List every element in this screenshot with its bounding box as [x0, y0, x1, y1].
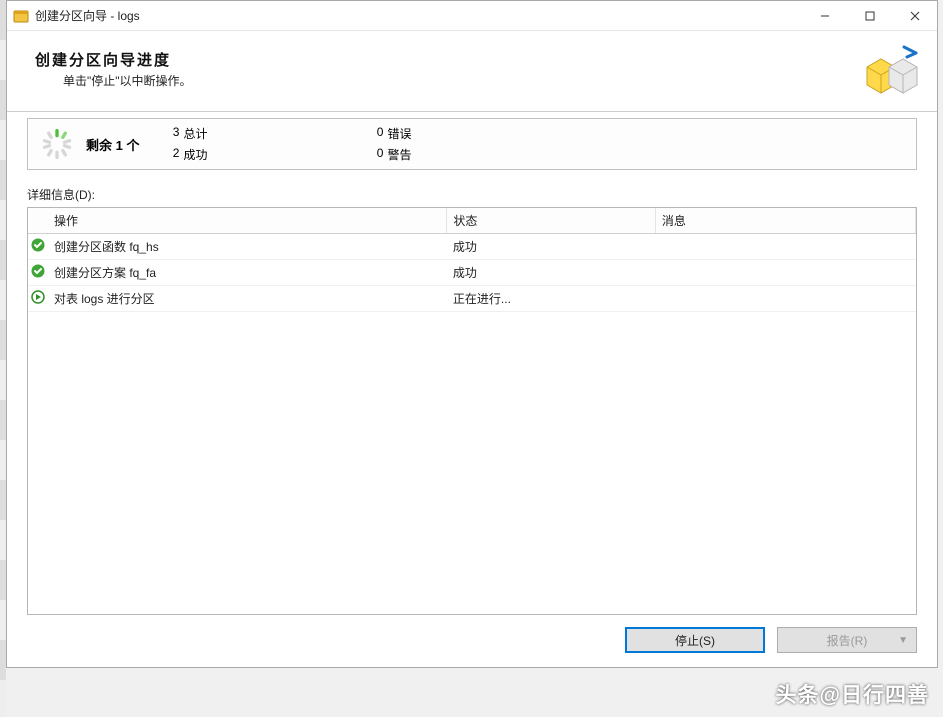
progress-stats: 3 总计 2 成功 0 错误 0 警告	[139, 125, 437, 163]
row-msg	[655, 260, 915, 286]
remaining-label: 剩余 1 个	[86, 135, 139, 154]
details-grid[interactable]: 操作 状态 消息 创建分区函数 fq_hs成功创建分区方案 fq_fa成功对表 …	[27, 207, 917, 615]
table-row[interactable]: 创建分区方案 fq_fa成功	[28, 260, 916, 286]
stat-succ-lab: 成功	[183, 146, 233, 163]
stat-succ-num: 2	[139, 146, 179, 163]
title-bar[interactable]: 创建分区向导 - logs	[7, 1, 937, 31]
wizard-header: 创建分区向导进度 单击"停止"以中断操作。	[7, 31, 937, 111]
row-status-icon	[28, 286, 48, 312]
stat-total-num: 3	[139, 125, 179, 142]
stat-total-lab: 总计	[183, 125, 233, 142]
report-button: 报告(R) ▼	[777, 627, 917, 653]
table-row[interactable]: 创建分区函数 fq_hs成功	[28, 234, 916, 260]
details-label: 详细信息(D):	[27, 186, 917, 203]
row-status: 正在进行...	[447, 286, 655, 312]
maximize-button[interactable]	[847, 1, 892, 30]
row-status: 成功	[447, 260, 655, 286]
page-title: 创建分区向导进度	[35, 49, 917, 70]
watermark-text: 头条@日行四善	[776, 679, 929, 709]
stop-button[interactable]: 停止(S)	[625, 627, 765, 653]
stat-warn-num: 0	[343, 146, 383, 163]
col-header-op[interactable]: 操作	[48, 208, 447, 234]
minimize-button[interactable]	[802, 1, 847, 30]
col-header-icon[interactable]	[28, 208, 48, 234]
row-op: 创建分区函数 fq_hs	[48, 234, 447, 260]
wizard-hero-icon	[861, 45, 919, 95]
wizard-footer: 停止(S) 报告(R) ▼	[27, 627, 917, 653]
row-status-icon	[28, 260, 48, 286]
stat-err-lab: 错误	[387, 125, 437, 142]
chevron-down-icon: ▼	[898, 635, 908, 646]
window-controls	[802, 1, 937, 30]
row-msg	[655, 286, 915, 312]
window-title: 创建分区向导 - logs	[35, 7, 140, 24]
report-button-label: 报告(R)	[827, 632, 868, 649]
progress-summary-panel: 剩余 1 个 3 总计 2 成功 0 错误 0 警告	[27, 118, 917, 170]
stat-err-num: 0	[343, 125, 383, 142]
col-header-msg[interactable]: 消息	[655, 208, 915, 234]
row-status-icon	[28, 234, 48, 260]
details-table: 操作 状态 消息 创建分区函数 fq_hs成功创建分区方案 fq_fa成功对表 …	[28, 208, 916, 312]
row-msg	[655, 234, 915, 260]
col-header-status[interactable]: 状态	[447, 208, 655, 234]
stat-warn-lab: 警告	[387, 146, 437, 163]
page-subtitle: 单击"停止"以中断操作。	[63, 72, 917, 89]
stop-button-label: 停止(S)	[675, 632, 715, 649]
progress-spinner-icon	[42, 129, 72, 159]
table-row[interactable]: 对表 logs 进行分区正在进行...	[28, 286, 916, 312]
row-status: 成功	[447, 234, 655, 260]
row-op: 对表 logs 进行分区	[48, 286, 447, 312]
row-op: 创建分区方案 fq_fa	[48, 260, 447, 286]
close-button[interactable]	[892, 1, 937, 30]
wizard-window: 创建分区向导 - logs 创建分区向导进度 单击"停止"以中断操作。	[6, 0, 938, 668]
app-icon	[13, 8, 29, 24]
wizard-body: 剩余 1 个 3 总计 2 成功 0 错误 0 警告 详细信息(D):	[7, 111, 937, 667]
